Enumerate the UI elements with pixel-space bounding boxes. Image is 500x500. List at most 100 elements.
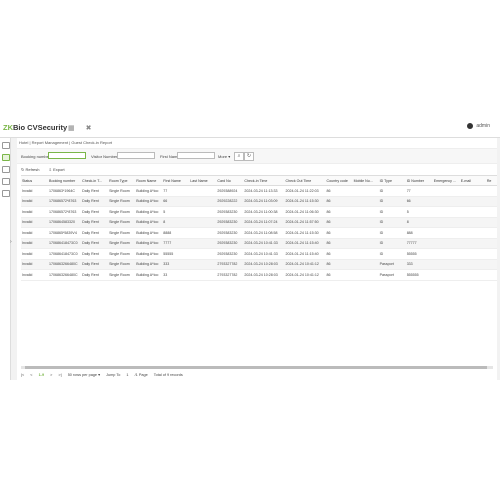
jump-to-input[interactable]: 1 (126, 373, 128, 377)
table-header-row: Status Booking number Check-in T... Room Ty… (21, 176, 497, 186)
table-cell (485, 196, 497, 207)
column-header[interactable]: Room Type (108, 176, 136, 186)
home-icon[interactable] (2, 142, 10, 149)
table-row[interactable]: Invalid 1706865*5839V4 Daily Rent Single Ro… (21, 227, 497, 239)
table-cell: 86 (325, 269, 353, 281)
user-name: admin (476, 123, 490, 129)
first-page-button[interactable]: |< (21, 373, 24, 377)
table-cell: 2024-01-24 11:15:30 (284, 227, 326, 239)
column-header[interactable]: First Name (162, 176, 190, 186)
table-cell: 86 (325, 248, 353, 260)
table-cell (432, 259, 460, 270)
collapse-nav-icon[interactable]: › (10, 239, 12, 245)
column-header[interactable]: Card No (216, 176, 244, 186)
table-row[interactable]: Invalid 170686418473C0 Daily Rent Single Ro… (21, 248, 497, 260)
search-icon[interactable]: ⌕ (234, 152, 244, 161)
column-header[interactable]: E-mail (459, 176, 486, 186)
brand-logo[interactable]: ZKBio CVSecurity (3, 123, 67, 132)
table-cell (485, 269, 497, 281)
column-header[interactable]: Check-in Time (243, 176, 285, 186)
column-header[interactable]: Country code (325, 176, 353, 186)
table-cell: 86 (325, 206, 353, 218)
report-icon[interactable] (2, 166, 10, 173)
table-cell: Building A*loo (135, 206, 163, 218)
table-cell (352, 196, 379, 207)
table-cell: ID (378, 206, 406, 218)
table-cell: 55555 (405, 248, 433, 260)
application-window: ZKBio CVSecurity ▦ ✖ admin › Hotel | Rep… (0, 119, 500, 380)
column-header[interactable]: Mobile Nu... (352, 176, 379, 186)
table-cell: 86 (325, 185, 353, 197)
hotel-icon[interactable] (2, 154, 10, 161)
table-cell: 86 (325, 259, 353, 270)
table-cell: 2929228222 (216, 196, 244, 207)
column-header[interactable]: Status (21, 176, 49, 186)
table-cell (459, 269, 486, 281)
table-cell: 2024-01-24 11:57:50 (284, 217, 326, 228)
visitor-number-input[interactable] (117, 152, 155, 159)
top-toolbar: ▦ ✖ (68, 124, 100, 132)
table-cell: Invalid (21, 217, 49, 228)
first-name-input[interactable] (177, 152, 215, 159)
last-page-button[interactable]: >| (58, 373, 61, 377)
grid-icon[interactable]: ▦ (68, 125, 75, 132)
table-cell: 2024-03-24 10:41:33 (243, 248, 285, 260)
table-row[interactable]: Invalid 1706864583320 Daily Rent Single Roo… (21, 217, 497, 228)
table-cell: Invalid (21, 185, 49, 197)
next-page-button[interactable]: > (50, 373, 52, 377)
table-row[interactable]: Invalid 170686572*8763 Daily Rent Single Ro… (21, 196, 497, 207)
table-cell: 2024-03-24 10:28:03 (243, 259, 285, 270)
table-cell (432, 227, 460, 239)
table-cell: 1706865*5839V4 (48, 227, 82, 239)
scrollbar-thumb[interactable] (25, 366, 487, 369)
column-header[interactable]: ID Number (405, 176, 433, 186)
booking-number-input[interactable] (48, 152, 86, 159)
table-cell: 2024-03-24 11:03:09 (243, 196, 285, 207)
table-cell: 2024-01-24 11:15:30 (284, 196, 326, 207)
table-row[interactable]: Invalid 1706863*1964C Daily Rent Single Roo… (21, 185, 497, 197)
table-cell: 170686418473C0 (48, 238, 82, 249)
refresh-button[interactable]: ↻ Refresh (21, 167, 39, 172)
user-menu[interactable]: admin (467, 123, 490, 129)
table-cell: 2024-03-24 11:08:58 (243, 227, 285, 239)
brand-name: Bio CVSecurity (13, 123, 68, 132)
device-icon[interactable] (2, 190, 10, 197)
tools-icon[interactable]: ✖ (86, 125, 92, 132)
column-header[interactable]: Booking number (48, 176, 82, 186)
table-cell: 170686572*8763 (48, 196, 82, 207)
table-cell: Daily Rent (81, 206, 109, 218)
table-cell (352, 227, 379, 239)
column-header[interactable]: Emergency ... (432, 176, 460, 186)
rows-per-page-select[interactable]: 50 rows per page ▾ (68, 373, 100, 377)
table-row[interactable]: Invalid 170686572*8763 Daily Rent Single Ro… (21, 206, 497, 218)
table-cell (432, 217, 460, 228)
column-header[interactable]: Room Name (135, 176, 163, 186)
table-row[interactable]: Invalid 1706863266480C Daily Rent Single Ro… (21, 259, 497, 270)
column-header[interactable]: Last Name (189, 176, 217, 186)
table-row[interactable]: Invalid 170686418473C0 Daily Rent Single Ro… (21, 238, 497, 249)
more-filters-toggle[interactable]: More ▾ (218, 154, 230, 159)
table-cell: 2929383230 (216, 248, 244, 260)
table-cell (189, 259, 217, 270)
table-cell (432, 269, 460, 281)
table-row[interactable]: Invalid 1706863266480C Daily Rent Single Ro… (21, 269, 497, 281)
refresh-filter-icon[interactable]: ↻ (244, 152, 254, 161)
export-button[interactable]: ⇩ Export (49, 167, 65, 172)
table-cell: 2024-03-24 11:13:33 (243, 185, 285, 197)
table-cell (485, 248, 497, 260)
prev-page-button[interactable]: < (30, 373, 32, 377)
column-header[interactable]: ID Type (378, 176, 406, 186)
column-header[interactable]: Check-in T... (81, 176, 109, 186)
table-cell: 888 (405, 227, 433, 239)
table-cell: 2929383230 (216, 227, 244, 239)
column-header[interactable]: Re (485, 176, 497, 186)
table-cell: 2024-01-24 11:15:40 (284, 248, 326, 260)
horizontal-scrollbar[interactable] (21, 366, 493, 369)
table-cell (459, 248, 486, 260)
column-header[interactable]: Check Out Time (284, 176, 326, 186)
table-cell: Daily Rent (81, 217, 109, 228)
settings-icon[interactable] (2, 178, 10, 185)
table-cell: 2024-01-24 10:41:12 (284, 269, 326, 281)
table-cell: 1706863266480C (48, 259, 82, 270)
table-cell: Invalid (21, 238, 49, 249)
